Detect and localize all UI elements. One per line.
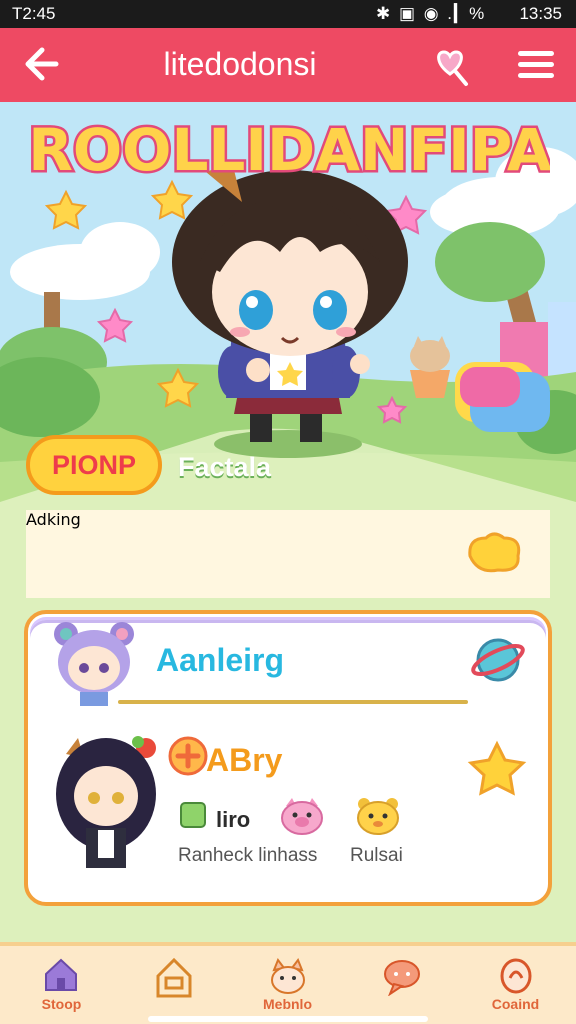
menu-icon[interactable]: [516, 46, 556, 86]
yellow-blob-icon[interactable]: [464, 528, 524, 578]
purple-character-avatar: [54, 622, 134, 706]
svg-text:ROOLLIDANFIPA: ROOLLIDANFIPA: [30, 116, 550, 184]
heart-lollipop-icon[interactable]: [430, 44, 474, 88]
nav-item-chat[interactable]: [344, 946, 459, 1024]
leaf-icon[interactable]: [178, 800, 208, 830]
nav-label-coaind: Coaind: [491, 996, 540, 1012]
app-bar: litedodonsi: [0, 28, 576, 102]
cat-icon: [271, 957, 305, 994]
nav-label-stoop: Stoop: [41, 996, 82, 1012]
chat-bubble-icon: [384, 960, 420, 996]
back-arrow-icon[interactable]: [22, 42, 62, 86]
cookie-icon: [500, 958, 532, 994]
status-icons: ✱ ▣ ◉ .▎%: [376, 4, 487, 23]
nav-item-mebnlo[interactable]: Mebnlo: [230, 946, 345, 1024]
status-bar: T2:45 ✱ ▣ ◉ .▎% 13:35: [0, 0, 576, 28]
character-name-badge[interactable]: PIONP: [26, 435, 162, 495]
star-icon[interactable]: [466, 740, 528, 798]
nav-item-house[interactable]: [116, 946, 231, 1024]
dark-hair-character-avatar: [56, 736, 156, 868]
app-title: litedodonsi: [163, 46, 317, 82]
nav-item-stoop[interactable]: Stoop: [4, 946, 119, 1024]
character-subtitle: Factala: [178, 452, 272, 482]
quest-card-two-title: Aanleirg: [156, 642, 285, 678]
game-logo: ROOLLIDANFIPA: [30, 114, 550, 187]
nav-label-mebnlo: Mebnlo: [263, 996, 312, 1012]
quest-card-two-progress: [118, 700, 468, 704]
status-time-left: T2:45: [12, 4, 56, 23]
quest-card-two-subtitle: ABry: [206, 742, 283, 778]
bottom-nav: Stoop Mebnlo Coaind: [0, 942, 576, 1024]
nav-item-coaind[interactable]: Coaind: [458, 946, 573, 1024]
orange-flower-icon: [168, 736, 208, 776]
item-label-liro: liro: [216, 807, 251, 832]
home-indicator[interactable]: [148, 1016, 428, 1022]
item-caption-two: Rulsai: [350, 845, 403, 866]
planet-icon[interactable]: [470, 634, 526, 686]
item-caption-one: Ranheck linhass: [178, 845, 318, 866]
home-icon: [45, 958, 77, 991]
pig-icon[interactable]: [278, 796, 326, 836]
house-icon: [156, 957, 192, 998]
bear-icon[interactable]: [354, 796, 402, 836]
status-time-right: 13:35: [519, 4, 562, 23]
